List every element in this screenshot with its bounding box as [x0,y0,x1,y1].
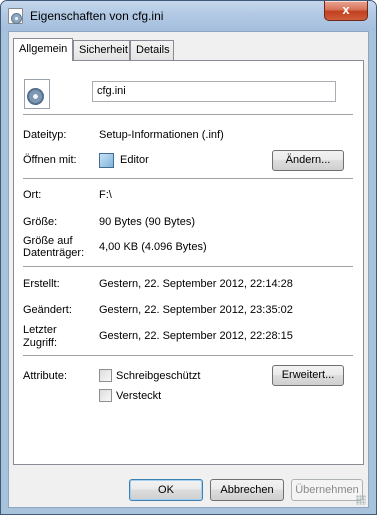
size-value: 90 Bytes (90 Bytes) [99,216,195,228]
filename-input[interactable]: cfg.ini [92,81,336,102]
opens-with-value: Editor [120,154,149,166]
size-on-disk-label: Größe auf [23,235,73,247]
readonly-label[interactable]: Schreibgeschützt [116,370,200,382]
accessed-value: Gestern, 22. September 2012, 22:28:15 [99,330,293,342]
properties-window: Eigenschaften von cfg.ini x Allgemein Si… [0,0,377,515]
advanced-button[interactable]: Erweitert... [272,365,344,386]
title-bar[interactable]: Eigenschaften von cfg.ini x [1,1,376,31]
size-on-disk-label-2: Datenträger: [23,247,85,259]
tab-sicherheit[interactable]: Sicherheit [73,40,130,60]
separator [23,266,353,267]
dialog-client-area: Allgemein Sicherheit Details cfg.ini Dat… [8,31,369,508]
resize-grip[interactable] [356,495,366,505]
close-icon: x [342,2,350,17]
modified-label: Geändert: [23,304,72,316]
size-on-disk-value: 4,00 KB (4.096 Bytes) [99,241,207,253]
change-button[interactable]: Ändern... [272,150,344,171]
attributes-label: Attribute: [23,370,68,382]
filetype-label: Dateityp: [23,129,67,141]
tab-allgemein[interactable]: Allgemein [13,38,73,61]
modified-value: Gestern, 22. September 2012, 23:35:02 [99,304,293,316]
filetype-value: Setup-Informationen (.inf) [99,129,224,141]
location-value: F:\ [99,189,112,201]
separator [23,178,353,179]
accessed-label: Letzter [23,324,57,336]
created-label: Erstellt: [23,278,60,290]
created-value: Gestern, 22. September 2012, 22:14:28 [99,278,293,290]
apply-button[interactable]: Übernehmen [291,479,363,501]
hidden-label[interactable]: Versteckt [116,390,161,402]
tab-details[interactable]: Details [130,40,174,60]
ok-button[interactable]: OK [129,479,203,501]
size-label: Größe: [23,216,58,228]
config-file-icon [8,8,23,24]
opens-with-label: Öffnen mit: [23,154,77,166]
hidden-checkbox[interactable] [99,389,112,402]
file-type-icon [24,79,50,109]
gear-icon [27,88,44,105]
notepad-icon [99,153,114,168]
location-label: Ort: [23,189,42,201]
close-button[interactable]: x [324,1,368,21]
separator [23,114,353,115]
readonly-checkbox[interactable] [99,369,112,382]
general-tab-panel: cfg.ini Dateityp: Setup-Informationen (.… [13,60,364,465]
window-title: Eigenschaften von cfg.ini [30,9,164,23]
accessed-label-2: Zugriff: [23,337,58,349]
separator [23,355,353,356]
cancel-button[interactable]: Abbrechen [210,479,284,501]
